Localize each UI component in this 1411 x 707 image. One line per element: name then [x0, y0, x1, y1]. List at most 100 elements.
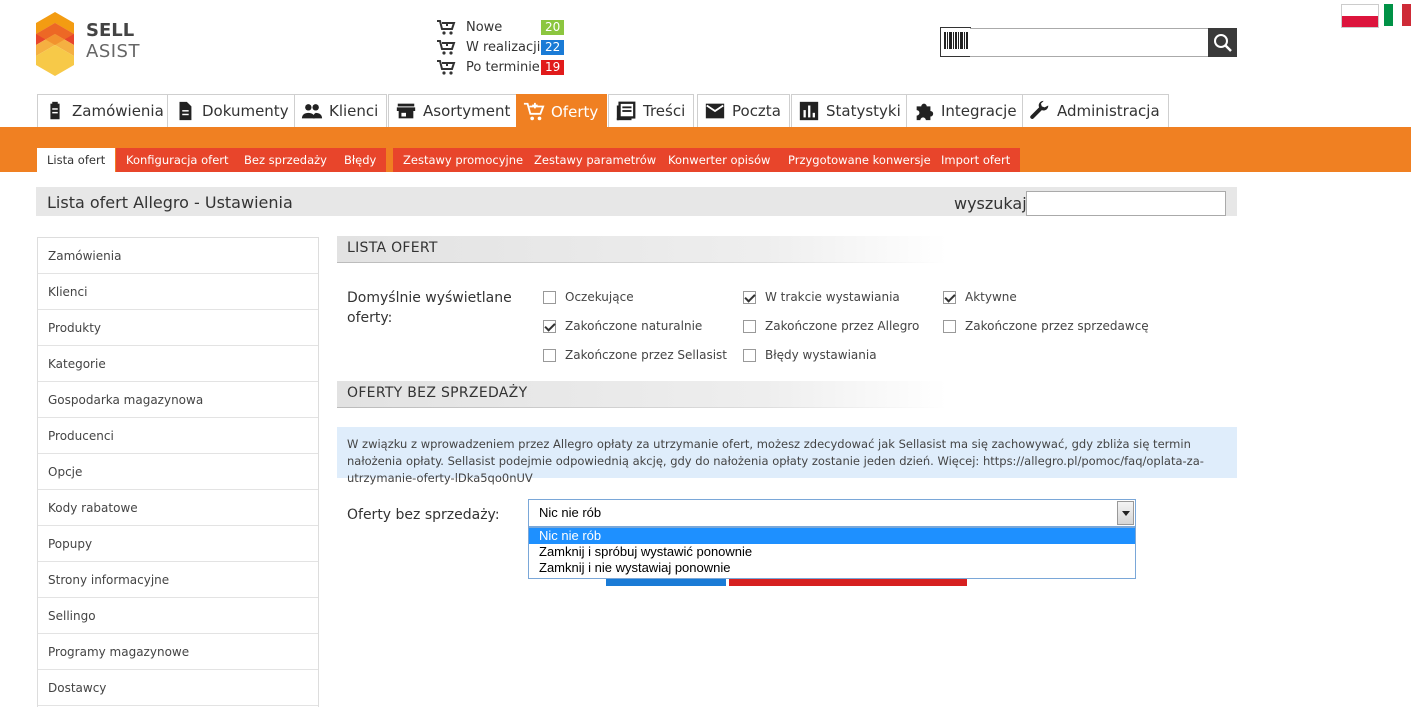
subtab-konfiguracja-ofert[interactable]: Konfiguracja ofert	[116, 148, 239, 172]
checkbox-box[interactable]	[543, 319, 556, 333]
sidebar-item-gospodarka-magazynowa[interactable]: Gospodarka magazynowa	[38, 382, 318, 418]
counter-label: Po terminie	[466, 59, 540, 75]
subtab-lista-ofert[interactable]: Lista ofert	[37, 148, 116, 172]
section-header-oferty-bez-sprzedazy: OFERTY BEZ SPRZEDAŻY	[337, 381, 947, 408]
tab-label: Administracja	[1057, 102, 1160, 120]
puzzle-icon	[916, 103, 934, 121]
checkbox-oczekujace[interactable]: Oczekujące	[543, 290, 634, 304]
save-button[interactable]	[606, 579, 726, 586]
checkbox-aktywne[interactable]: Aktywne	[943, 290, 1017, 304]
cancel-button[interactable]	[729, 579, 967, 586]
subtab-bez-sprzedazy[interactable]: Bez sprzedaży	[234, 148, 337, 172]
chevron-down-icon[interactable]	[1117, 501, 1134, 525]
sidebar-item-produkty[interactable]: Produkty	[38, 310, 318, 346]
search-input[interactable]	[970, 28, 1210, 57]
subtab-bledy[interactable]: Błędy	[334, 148, 387, 172]
tab-integracje[interactable]: Integracje	[906, 94, 1026, 127]
sidebar-item-popupy[interactable]: Popupy	[38, 526, 318, 562]
chart-icon	[799, 101, 819, 121]
checkbox-box[interactable]	[543, 348, 556, 362]
tab-oferty[interactable]: Oferty	[516, 94, 608, 128]
checkbox-label: Oczekujące	[565, 290, 634, 304]
counter-overdue[interactable]: Po terminie 19	[436, 58, 565, 76]
checkbox-zakonczone-naturalnie[interactable]: Zakończone naturalnie	[543, 319, 702, 333]
subtab-przygotowane-konwersje[interactable]: Przygotowane konwersje	[778, 148, 941, 172]
subtab-import-ofert[interactable]: Import ofert	[931, 148, 1021, 172]
counter-in-progress[interactable]: W realizacji 22	[436, 38, 565, 56]
sidebar-item-klienci[interactable]: Klienci	[38, 274, 318, 310]
dropdown-option[interactable]: Zamknij i nie wystawiaj ponownie	[529, 560, 1135, 576]
checkbox-zakonczone-przez-sellasist[interactable]: Zakończone przez Sellasist	[543, 348, 727, 362]
subtab-zestawy-parametrow[interactable]: Zestawy parametrów	[524, 148, 667, 172]
tab-dokumenty[interactable]: Dokumenty	[167, 94, 298, 127]
checkbox-box[interactable]	[743, 290, 756, 304]
subtab-label: Konwerter opisów	[668, 153, 771, 167]
tab-klienci[interactable]: Klienci	[294, 94, 388, 127]
checkbox-box[interactable]	[943, 290, 956, 304]
tab-poczta[interactable]: Poczta	[697, 94, 790, 127]
subtab-label: Bez sprzedaży	[244, 153, 327, 167]
checkbox-label: Błędy wystawiania	[765, 348, 877, 362]
page-search-input[interactable]	[1026, 191, 1226, 216]
tab-tresci[interactable]: Treści	[608, 94, 695, 127]
subtab-zestawy-promocyjne[interactable]: Zestawy promocyjne	[393, 148, 534, 172]
checkbox-w-trakcie-wystawiania[interactable]: W trakcie wystawiania	[743, 290, 900, 304]
counter-new[interactable]: Nowe 20	[436, 18, 565, 36]
search-label: wyszukaj:	[954, 194, 1033, 213]
tab-label: Zamówienia	[72, 102, 164, 120]
default-offers-label: Domyślnie wyświetlane oferty:	[347, 290, 512, 326]
checkbox-label: Zakończone naturalnie	[565, 319, 703, 333]
document-icon	[179, 101, 192, 121]
tab-label: Asortyment	[423, 102, 511, 120]
sidebar-item-producenci[interactable]: Producenci	[38, 418, 318, 454]
flag-pl-icon[interactable]	[1341, 4, 1379, 28]
checkbox-box[interactable]	[743, 348, 756, 362]
barcode-icon[interactable]	[940, 27, 971, 57]
sidebar-item-sellingo[interactable]: Sellingo	[38, 598, 318, 634]
sidebar-item-kategorie[interactable]: Kategorie	[38, 346, 318, 382]
sidebar-item-dostawcy[interactable]: Dostawcy	[38, 670, 318, 706]
tab-administracja[interactable]: Administracja	[1022, 94, 1169, 127]
logo-line1: SELL	[86, 20, 135, 41]
checkbox-box[interactable]	[943, 319, 956, 333]
cart-alert-icon	[437, 60, 456, 75]
sidebar-item-zamowienia[interactable]: Zamówienia	[38, 238, 318, 274]
flag-it-icon[interactable]	[1384, 4, 1411, 26]
sidebar-item-opcje[interactable]: Opcje	[38, 454, 318, 490]
search-button[interactable]	[1208, 28, 1237, 57]
people-icon	[301, 104, 323, 119]
no-sale-action-select[interactable]: Nic nie rób	[528, 499, 1136, 527]
section-header-lista-ofert: LISTA OFERT	[337, 236, 947, 263]
checkbox-box[interactable]	[543, 290, 556, 304]
tab-asortyment[interactable]: Asortyment	[388, 94, 520, 127]
checkbox-zakonczone-przez-sprzedawce[interactable]: Zakończone przez sprzedawcę	[943, 319, 1149, 333]
search-icon	[1213, 33, 1232, 52]
checkbox-bledy-wystawiania[interactable]: Błędy wystawiania	[743, 348, 877, 362]
section-divider	[337, 262, 947, 263]
dropdown-option[interactable]: Zamknij i spróbuj wystawić ponownie	[529, 544, 1135, 560]
checkbox-box[interactable]	[743, 319, 756, 333]
sidebar-item-kody-rabatowe[interactable]: Kody rabatowe	[38, 490, 318, 526]
logo-line2: ASIST	[86, 41, 140, 62]
sidebar-item-strony-informacyjne[interactable]: Strony informacyjne	[38, 562, 318, 598]
page-title: Lista ofert Allegro - Ustawienia	[47, 193, 293, 212]
no-sale-action-dropdown: Nic nie rób Zamknij i spróbuj wystawić p…	[528, 527, 1136, 579]
tab-zamowienia[interactable]: Zamówienia	[37, 94, 173, 127]
store-icon	[396, 103, 416, 119]
checkbox-label: Zakończone przez Sellasist	[565, 348, 727, 362]
sidebar-item-programy-magazynowe[interactable]: Programy magazynowe	[38, 634, 318, 670]
dropdown-option[interactable]: Nic nie rób	[529, 528, 1135, 544]
tab-statystyki[interactable]: Statystyki	[791, 94, 910, 127]
cart-icon	[523, 102, 545, 120]
counter-badge: 22	[541, 39, 565, 55]
subtab-konwerter-opisow[interactable]: Konwerter opisów	[658, 148, 781, 172]
checkbox-label: W trakcie wystawiania	[765, 290, 900, 304]
counter-label: W realizacji	[466, 39, 541, 55]
section-divider	[337, 407, 947, 408]
logo-text: SELL ASIST	[86, 20, 140, 62]
clipboard-icon	[50, 101, 60, 120]
subtab-label: Zestawy promocyjne	[403, 153, 524, 167]
checkbox-zakonczone-przez-allegro[interactable]: Zakończone przez Allegro	[743, 319, 919, 333]
tab-label: Treści	[643, 102, 686, 120]
tab-label: Dokumenty	[202, 102, 289, 120]
